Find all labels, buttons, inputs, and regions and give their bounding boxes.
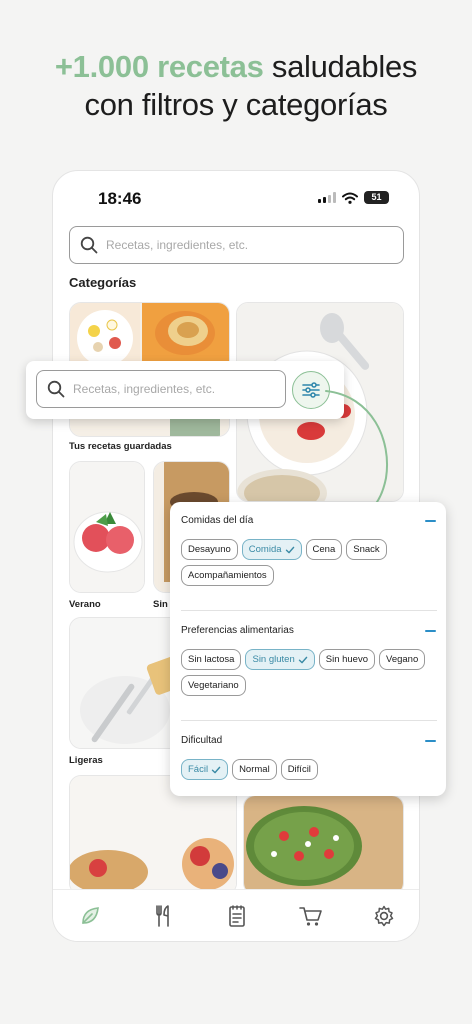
filter-chip-label: Normal bbox=[239, 764, 270, 775]
filter-chip[interactable]: Sin gluten bbox=[245, 649, 315, 670]
filter-chip-label: Comida bbox=[248, 544, 282, 555]
filter-chip[interactable]: Fácil bbox=[181, 759, 229, 780]
filter-chip[interactable]: Normal bbox=[232, 759, 277, 780]
filter-chip-label: Desayuno bbox=[188, 544, 231, 555]
filter-chip[interactable]: Sin huevo bbox=[318, 649, 376, 670]
filter-chip-label: Sin huevo bbox=[325, 654, 369, 665]
filter-chip-label: Sin gluten bbox=[252, 654, 295, 665]
filter-chip-label: Cena bbox=[312, 544, 336, 555]
filter-chip-list: Sin lactosa Sin gluten Sin huevo Vegano Vege… bbox=[181, 649, 437, 696]
filter-group-title: Comidas del día bbox=[181, 515, 254, 526]
filter-chip-label: Acompañamientos bbox=[188, 570, 267, 581]
collapse-minus-icon[interactable] bbox=[425, 630, 436, 632]
filter-chip-label: Fácil bbox=[188, 764, 209, 775]
filter-chip[interactable]: Vegetariano bbox=[181, 675, 246, 696]
filter-chip[interactable]: Difícil bbox=[280, 759, 318, 780]
collapse-minus-icon[interactable] bbox=[425, 740, 436, 742]
filter-group-divider bbox=[181, 720, 437, 721]
filter-group-divider bbox=[181, 610, 437, 611]
filter-chip[interactable]: Cena bbox=[305, 539, 343, 560]
filter-chip[interactable]: Sin lactosa bbox=[181, 649, 242, 670]
check-icon bbox=[211, 766, 221, 773]
filter-chip[interactable]: Acompañamientos bbox=[181, 565, 274, 586]
filter-chip-list: Fácil Normal Difícil bbox=[181, 759, 437, 780]
filter-chip[interactable]: Comida bbox=[241, 539, 302, 560]
filter-group-title: Preferencias alimentarias bbox=[181, 625, 294, 636]
filter-chip-label: Sin lactosa bbox=[188, 654, 235, 665]
filter-chip-label: Difícil bbox=[287, 764, 311, 775]
filter-chip[interactable]: Desayuno bbox=[181, 539, 238, 560]
collapse-minus-icon[interactable] bbox=[425, 520, 436, 522]
filter-chip[interactable]: Vegano bbox=[379, 649, 426, 670]
filter-chip-list: Desayuno Comida Cena Snack Acompañamientos bbox=[181, 539, 437, 586]
filter-chip-label: Vegano bbox=[386, 654, 419, 665]
filter-chip[interactable]: Snack bbox=[346, 539, 387, 560]
filter-group-title: Dificultad bbox=[181, 735, 223, 746]
check-icon bbox=[285, 546, 294, 553]
check-icon bbox=[298, 656, 308, 663]
filter-chip-label: Vegetariano bbox=[188, 680, 239, 691]
filters-panel: Comidas del día Desayuno Comida Cena Snack Ac… bbox=[170, 502, 446, 796]
filter-chip-label: Snack bbox=[353, 544, 380, 555]
